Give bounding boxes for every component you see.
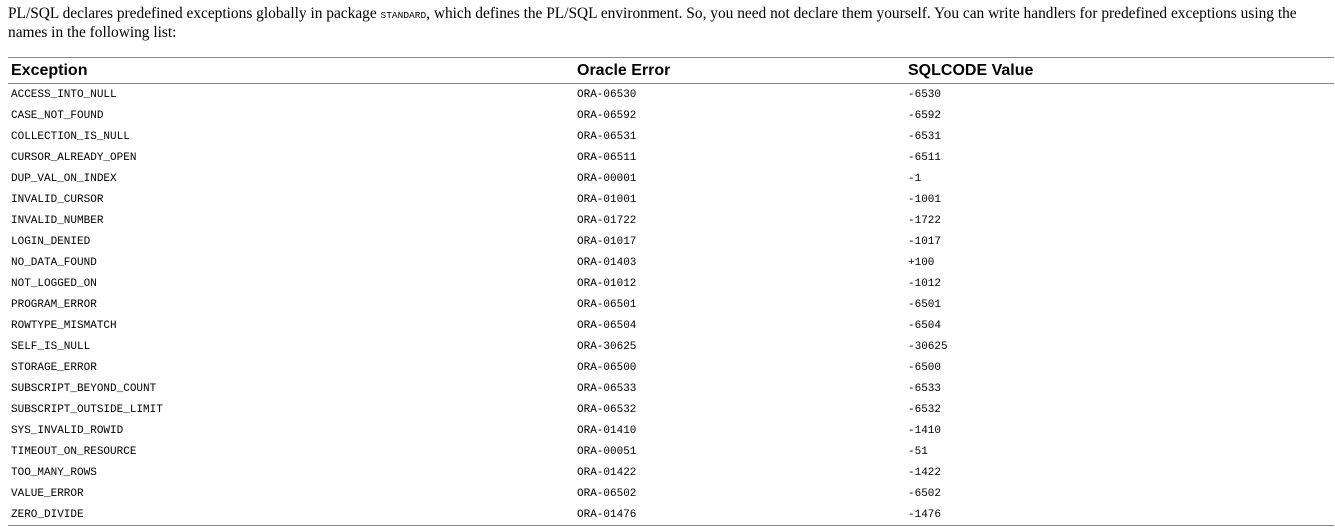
cell-oracle-error: ORA-01403 — [577, 256, 637, 269]
cell-exception: INVALID_NUMBER — [11, 214, 104, 227]
cell-sqlcode-value: -6511 — [908, 151, 942, 164]
table-row: INVALID_CURSOR ORA-01001 -1001 — [8, 189, 1334, 210]
table-row: STORAGE_ERROR ORA-06500 -6500 — [8, 357, 1334, 378]
cell-oracle-error: ORA-01476 — [574, 504, 905, 526]
package-name-code: STANDARD — [380, 10, 427, 21]
cell-sqlcode-value: -6502 — [908, 487, 942, 500]
cell-sqlcode-value: -6532 — [908, 403, 942, 416]
cell-sqlcode-value: -1410 — [908, 424, 942, 437]
cell-exception: NOT_LOGGED_ON — [11, 277, 97, 290]
cell-exception: ROWTYPE_MISMATCH — [11, 319, 117, 332]
header-row: Exception Oracle Error SQLCODE Value — [8, 57, 1334, 84]
table-row: DUP_VAL_ON_INDEX ORA-00001 -1 — [8, 168, 1334, 189]
predefined-exceptions-table: Exception Oracle Error SQLCODE Value ACC… — [8, 57, 1334, 526]
table-row: SUBSCRIPT_OUTSIDE_LIMIT ORA-06532 -6532 — [8, 399, 1334, 420]
cell-oracle-error: ORA-01410 — [577, 424, 637, 437]
cell-exception: CASE_NOT_FOUND — [11, 109, 104, 122]
cell-exception: ACCESS_INTO_NULL — [11, 88, 117, 101]
table-row: CASE_NOT_FOUND ORA-06592 -6592 — [8, 105, 1334, 126]
cell-sqlcode-value: -6531 — [908, 130, 942, 143]
cell-exception: DUP_VAL_ON_INDEX — [11, 172, 117, 185]
cell-oracle-error: ORA-06530 — [577, 88, 637, 101]
cell-oracle-error: ORA-00001 — [577, 172, 637, 185]
table-row: LOGIN_DENIED ORA-01017 -1017 — [8, 231, 1334, 252]
cell-sqlcode-value: -1017 — [908, 235, 942, 248]
cell-exception: COLLECTION_IS_NULL — [11, 130, 130, 143]
table-row: TIMEOUT_ON_RESOURCE ORA-00051 -51 — [8, 441, 1334, 462]
table-row: ACCESS_INTO_NULL ORA-06530 -6530 — [8, 84, 1334, 106]
table-row: SELF_IS_NULL ORA-30625 -30625 — [8, 336, 1334, 357]
cell-exception: VALUE_ERROR — [11, 487, 84, 500]
cell-oracle-error: ORA-01012 — [577, 277, 637, 290]
cell-sqlcode-value: -6500 — [908, 361, 942, 374]
header-oracle-error: Oracle Error — [574, 57, 905, 84]
cell-exception: LOGIN_DENIED — [11, 235, 91, 248]
cell-oracle-error: ORA-01722 — [577, 214, 637, 227]
cell-sqlcode-value: -6533 — [908, 382, 942, 395]
cell-sqlcode-value: -1422 — [908, 466, 942, 479]
cell-sqlcode-value: -6592 — [908, 109, 942, 122]
intro-text-before: PL/SQL declares predefined exceptions gl… — [8, 5, 381, 22]
cell-oracle-error: ORA-01422 — [577, 466, 637, 479]
cell-exception: TIMEOUT_ON_RESOURCE — [11, 445, 137, 458]
cell-exception: INVALID_CURSOR — [11, 193, 104, 206]
cell-sqlcode-value: -6530 — [908, 88, 942, 101]
cell-exception: SYS_INVALID_ROWID — [11, 424, 124, 437]
table-row: NOT_LOGGED_ON ORA-01012 -1012 — [8, 273, 1334, 294]
cell-exception: SUBSCRIPT_BEYOND_COUNT — [11, 382, 157, 395]
cell-sqlcode-value: -1001 — [908, 193, 942, 206]
cell-sqlcode-value: -1476 — [905, 504, 1334, 526]
table-row: CURSOR_ALREADY_OPEN ORA-06511 -6511 — [8, 147, 1334, 168]
cell-sqlcode-value: -1 — [908, 172, 922, 185]
table-row: NO_DATA_FOUND ORA-01403 +100 — [8, 252, 1334, 273]
table-row: TOO_MANY_ROWS ORA-01422 -1422 — [8, 462, 1334, 483]
table-row: COLLECTION_IS_NULL ORA-06531 -6531 — [8, 126, 1334, 147]
cell-exception: TOO_MANY_ROWS — [11, 466, 97, 479]
cell-oracle-error: ORA-30625 — [577, 340, 637, 353]
cell-oracle-error: ORA-06532 — [577, 403, 637, 416]
cell-oracle-error: ORA-06531 — [577, 130, 637, 143]
cell-oracle-error: ORA-06502 — [577, 487, 637, 500]
cell-sqlcode-value: -1722 — [908, 214, 942, 227]
cell-sqlcode-value: -1012 — [908, 277, 942, 290]
header-sqlcode-value: SQLCODE Value — [905, 57, 1334, 84]
table-row: SYS_INVALID_ROWID ORA-01410 -1410 — [8, 420, 1334, 441]
table-row: SUBSCRIPT_BEYOND_COUNT ORA-06533 -6533 — [8, 378, 1334, 399]
cell-sqlcode-value: -6504 — [908, 319, 942, 332]
cell-oracle-error: ORA-01001 — [577, 193, 637, 206]
cell-sqlcode-value: -51 — [908, 445, 928, 458]
cell-oracle-error: ORA-06511 — [577, 151, 637, 164]
cell-oracle-error: ORA-06500 — [577, 361, 637, 374]
table-row: INVALID_NUMBER ORA-01722 -1722 — [8, 210, 1334, 231]
cell-oracle-error: ORA-06533 — [577, 382, 637, 395]
cell-oracle-error: ORA-00051 — [577, 445, 637, 458]
cell-exception: STORAGE_ERROR — [11, 361, 97, 374]
table-row: ROWTYPE_MISMATCH ORA-06504 -6504 — [8, 315, 1334, 336]
cell-exception: NO_DATA_FOUND — [11, 256, 97, 269]
cell-exception: SUBSCRIPT_OUTSIDE_LIMIT — [11, 403, 163, 416]
cell-sqlcode-value: -6501 — [908, 298, 942, 311]
cell-sqlcode-value: -30625 — [908, 340, 948, 353]
cell-oracle-error: ORA-06592 — [577, 109, 637, 122]
cell-sqlcode-value: +100 — [908, 256, 935, 269]
table-header: Exception Oracle Error SQLCODE Value — [8, 57, 1334, 84]
cell-oracle-error: ORA-06504 — [577, 319, 637, 332]
cell-oracle-error: ORA-06501 — [577, 298, 637, 311]
table-row: ZERO_DIVIDE ORA-01476 -1476 — [8, 504, 1334, 526]
table-row: VALUE_ERROR ORA-06502 -6502 — [8, 483, 1334, 504]
header-exception: Exception — [8, 57, 574, 84]
intro-paragraph: PL/SQL declares predefined exceptions gl… — [8, 5, 1334, 41]
cell-exception: ZERO_DIVIDE — [8, 504, 574, 526]
cell-exception: CURSOR_ALREADY_OPEN — [11, 151, 137, 164]
table-body: ACCESS_INTO_NULL ORA-06530 -6530 CASE_NOT_F… — [8, 84, 1334, 526]
cell-oracle-error: ORA-01017 — [577, 235, 637, 248]
cell-exception: SELF_IS_NULL — [11, 340, 91, 353]
cell-exception: PROGRAM_ERROR — [11, 298, 97, 311]
table-row: PROGRAM_ERROR ORA-06501 -6501 — [8, 294, 1334, 315]
